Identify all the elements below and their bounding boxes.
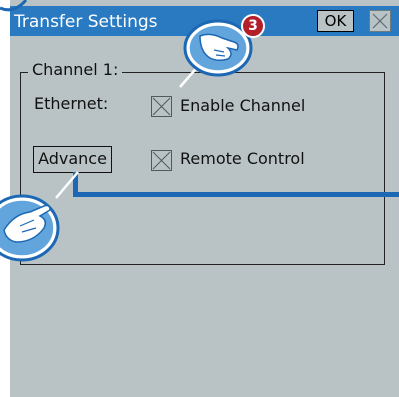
step-badge: 3 <box>241 14 265 38</box>
ok-button[interactable]: OK <box>317 10 354 32</box>
group-label: Channel 1: <box>28 60 123 79</box>
window-title: Transfer Settings <box>14 12 158 32</box>
cross-icon <box>152 97 171 116</box>
remote-control-checkbox[interactable] <box>151 150 172 171</box>
enable-channel-label: Enable Channel <box>180 96 306 115</box>
advance-button[interactable]: Advance <box>33 146 112 173</box>
step-number: 3 <box>248 18 258 34</box>
partial-callout-circle <box>0 0 28 12</box>
ethernet-label: Ethernet: <box>34 94 109 113</box>
remote-control-label: Remote Control <box>180 149 305 168</box>
callout-line <box>73 192 399 197</box>
close-icon <box>372 13 388 29</box>
enable-channel-checkbox[interactable] <box>151 96 172 117</box>
close-button[interactable] <box>369 10 391 32</box>
cross-icon <box>152 151 171 170</box>
touch-hand-icon <box>0 171 79 262</box>
